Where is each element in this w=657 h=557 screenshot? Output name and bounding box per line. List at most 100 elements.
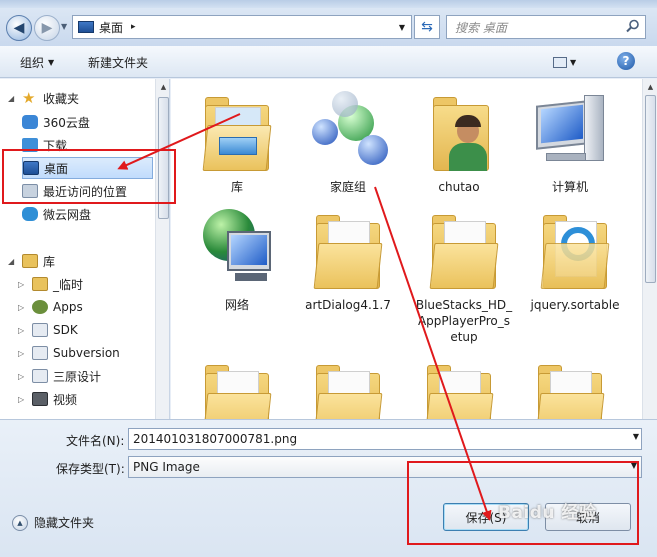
collapse-triangle-icon[interactable]: ◢ — [8, 94, 18, 103]
scroll-up-icon[interactable]: ▲ — [156, 79, 169, 95]
forward-arrow-icon: ▶ — [41, 20, 53, 36]
address-bar[interactable]: 桌面 ▸ ▼ — [72, 15, 412, 39]
file-name: chutao — [438, 180, 480, 194]
organize-label: 组织 — [20, 56, 45, 70]
expand-triangle-icon[interactable]: ▷ — [18, 349, 28, 358]
help-icon: ? — [622, 54, 630, 68]
network-icon — [197, 203, 277, 293]
sidebar-item-label: 360云盘 — [43, 115, 90, 130]
expand-triangle-icon[interactable]: ▷ — [18, 280, 28, 289]
file-item-computer[interactable]: 计算机 — [520, 85, 620, 195]
sidebar-item-apps[interactable]: ▷ Apps — [14, 296, 155, 318]
file-item-folder[interactable] — [409, 353, 509, 419]
library-icon — [22, 254, 38, 268]
collapse-up-icon: ▲ — [12, 514, 28, 531]
filename-label: 文件名(N): — [66, 434, 125, 448]
file-name: jquery.sortable — [530, 298, 620, 312]
libraries-label: 库 — [43, 254, 56, 269]
sidebar-item-weiyun[interactable]: 微云网盘 — [22, 203, 155, 225]
forward-button[interactable]: ▶ — [34, 15, 60, 41]
watermark: Baidu 经验 — [498, 503, 597, 523]
desktop-icon — [78, 21, 94, 33]
library-folder-icon — [32, 277, 48, 291]
folder-icon — [308, 203, 388, 293]
folder-icon — [535, 203, 615, 293]
chevron-down-icon: ▼ — [48, 58, 55, 67]
library-doc-icon — [32, 323, 48, 337]
sidebar-item-label: Apps — [53, 300, 83, 314]
sidebar-section-favorites[interactable]: ◢ ★ 收藏夹 — [0, 87, 155, 109]
file-item-folder[interactable] — [520, 353, 620, 419]
back-arrow-icon: ◀ — [13, 20, 25, 36]
address-path[interactable]: 桌面 — [99, 19, 123, 36]
file-item-homegroup[interactable]: 家庭组 — [298, 85, 398, 195]
file-name: 网络 — [224, 298, 249, 312]
back-button[interactable]: ◀ — [6, 15, 32, 41]
expand-triangle-icon[interactable]: ▷ — [18, 372, 28, 381]
file-item-network[interactable]: 网络 — [187, 203, 287, 313]
navigation-pane: ◢ ★ 收藏夹 360云盘 下载 桌面 最近访问的位置 微云网盘 ◢ 库 ▷ _… — [0, 79, 170, 419]
file-name: artDialog4.1.7 — [305, 298, 391, 312]
recent-pages-dropdown[interactable]: ▼ — [61, 22, 71, 32]
file-list-pane: 库 家庭组 chutao 计算机 网络 artDialog4.1.7 BlueS… — [171, 79, 642, 419]
sidebar-item-360-cloud[interactable]: 360云盘 — [22, 111, 155, 133]
search-icon[interactable] — [626, 19, 640, 33]
view-icon — [553, 56, 567, 68]
address-dropdown[interactable]: ▼ — [395, 20, 409, 34]
filetype-value[interactable]: PNG Image — [133, 460, 200, 474]
sidebar-item-label: SDK — [53, 323, 78, 337]
expand-triangle-icon[interactable]: ▷ — [18, 303, 28, 312]
collapse-triangle-icon[interactable]: ◢ — [8, 257, 18, 266]
sidebar-scrollbar[interactable]: ▲ — [155, 79, 169, 419]
search-input[interactable]: 搜索 桌面 — [446, 15, 646, 39]
scroll-up-icon[interactable]: ▲ — [643, 79, 657, 95]
file-name: 计算机 — [551, 180, 588, 194]
user-folder-icon — [419, 85, 499, 175]
file-name: BlueStacks_HD_AppPlayerPro_setup — [415, 298, 513, 344]
file-item-artdialog[interactable]: artDialog4.1.7 — [298, 203, 398, 313]
new-folder-button[interactable]: 新建文件夹 — [82, 54, 154, 71]
hide-folders-toggle[interactable]: ▲ 隐藏文件夹 — [12, 514, 94, 531]
sidebar-item-label: _临时 — [53, 277, 84, 292]
folder-icon — [530, 353, 610, 419]
scrollbar-thumb[interactable] — [645, 95, 656, 283]
folder-icon — [419, 353, 499, 419]
title-strip — [0, 0, 657, 8]
folder-icon — [308, 353, 388, 419]
cloud-icon — [22, 115, 38, 129]
file-item-folder[interactable] — [298, 353, 398, 419]
chevron-down-icon: ▼ — [570, 57, 577, 67]
breadcrumb-separator-icon[interactable]: ▸ — [131, 22, 136, 32]
sidebar-item-sanyuan-design[interactable]: ▷ 三原设计 — [14, 365, 155, 387]
library-icon — [197, 85, 277, 175]
view-options-button[interactable]: ▼ — [553, 52, 585, 72]
help-button[interactable]: ? — [617, 52, 635, 70]
chevron-down-icon[interactable]: ▼ — [633, 432, 639, 441]
sidebar-item-subversion[interactable]: ▷ Subversion — [14, 342, 155, 364]
file-name: 家庭组 — [329, 180, 366, 194]
file-item-library[interactable]: 库 — [187, 85, 287, 195]
filename-value[interactable]: 201401031807000781.png — [133, 432, 297, 446]
sidebar-item-videos[interactable]: ▷ 视频 — [14, 388, 155, 410]
sidebar-item-temp[interactable]: ▷ _临时 — [14, 273, 155, 295]
annotation-box-desktop — [2, 149, 176, 204]
refresh-button[interactable]: ⇆ — [414, 15, 440, 39]
sidebar-item-label: 微云网盘 — [43, 207, 92, 222]
filename-input[interactable]: 201401031807000781.png ▼ — [128, 428, 642, 450]
file-item-bluestacks[interactable]: BlueStacks_HD_AppPlayerPro_setup — [409, 203, 519, 345]
sidebar-section-libraries[interactable]: ◢ 库 — [0, 250, 155, 272]
file-item-folder[interactable] — [187, 353, 287, 419]
computer-icon — [530, 85, 610, 175]
file-item-chutao[interactable]: chutao — [409, 85, 509, 195]
address-bar-area: ◀ ▶ ▼ 桌面 ▸ ▼ ⇆ 搜索 桌面 — [0, 0, 657, 46]
cloud-icon — [22, 207, 38, 221]
organize-button[interactable]: 组织 ▼ — [14, 54, 60, 71]
file-list-scrollbar[interactable]: ▲ — [642, 79, 657, 419]
toolbar: 组织 ▼ 新建文件夹 ▼ ? — [0, 46, 657, 78]
sidebar-item-sdk[interactable]: ▷ SDK — [14, 319, 155, 341]
file-item-jquery-sortable[interactable]: jquery.sortable — [520, 203, 630, 313]
expand-triangle-icon[interactable]: ▷ — [18, 395, 28, 404]
library-doc-icon — [32, 369, 48, 383]
expand-triangle-icon[interactable]: ▷ — [18, 326, 28, 335]
favorites-label: 收藏夹 — [43, 91, 80, 106]
